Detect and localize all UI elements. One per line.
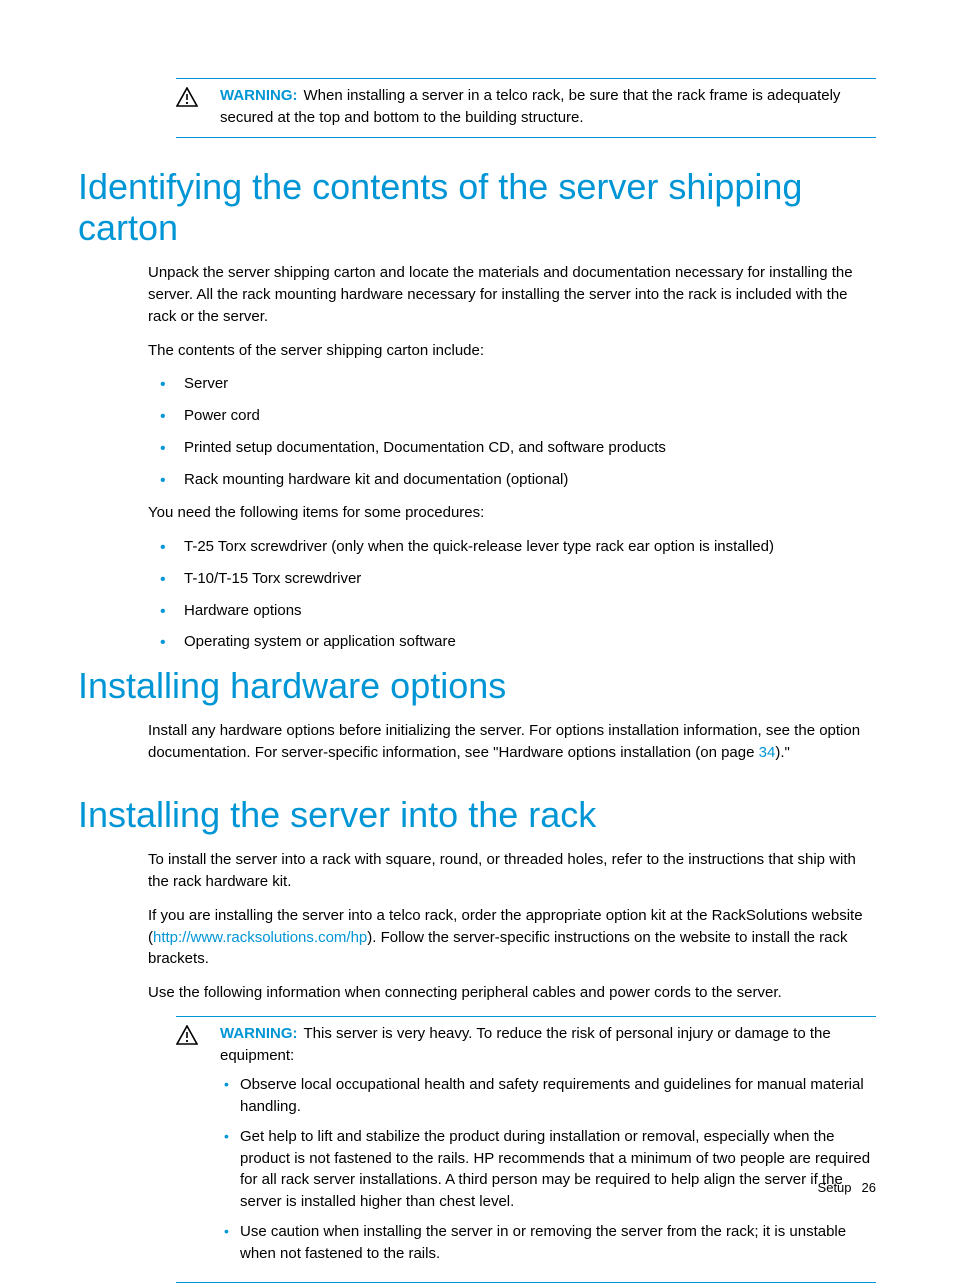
section3-p1: To install the server into a rack with s…: [148, 849, 876, 893]
section2-p1: Install any hardware options before init…: [148, 720, 876, 764]
warning-icon-col: [176, 85, 220, 107]
warning-box-bottom: WARNING:This server is very heavy. To re…: [176, 1016, 876, 1283]
warning-icon: [176, 1025, 198, 1045]
list-item: Rack mounting hardware kit and documenta…: [148, 469, 876, 491]
section1-p1: Unpack the server shipping carton and lo…: [148, 262, 876, 327]
section1-list1: Server Power cord Printed setup document…: [148, 373, 876, 490]
section1-p2: The contents of the server shipping cart…: [148, 340, 876, 362]
section1-body: Unpack the server shipping carton and lo…: [148, 262, 876, 653]
list-item: Get help to lift and stabilize the produ…: [220, 1126, 876, 1213]
warning-inner-list: Observe local occupational health and sa…: [220, 1074, 876, 1264]
section1-list2: T-25 Torx screwdriver (only when the qui…: [148, 536, 876, 653]
list-item: Printed setup documentation, Documentati…: [148, 437, 876, 459]
list-item: Hardware options: [148, 600, 876, 622]
section1-p3: You need the following items for some pr…: [148, 502, 876, 524]
page-footer: Setup 26: [818, 1180, 876, 1195]
racksolutions-link[interactable]: http://www.racksolutions.com/hp: [153, 929, 367, 946]
footer-page: 26: [862, 1180, 876, 1195]
warning-icon: [176, 87, 198, 107]
warning-box-top: WARNING:When installing a server in a te…: [176, 78, 876, 138]
warning-label: WARNING:: [220, 1025, 298, 1042]
heading-installing-server-rack: Installing the server into the rack: [78, 794, 876, 835]
warning-text: When installing a server in a telco rack…: [220, 87, 840, 126]
warning-icon-col: [176, 1023, 220, 1045]
warning-label: WARNING:: [220, 87, 298, 104]
page-link-34[interactable]: 34: [759, 744, 776, 761]
warning-row: WARNING:When installing a server in a te…: [176, 85, 876, 129]
list-item: T-25 Torx screwdriver (only when the qui…: [148, 536, 876, 558]
heading-installing-hardware-options: Installing hardware options: [78, 665, 876, 706]
list-item: Power cord: [148, 405, 876, 427]
heading-identifying-contents: Identifying the contents of the server s…: [78, 166, 876, 249]
section2-p1-a: Install any hardware options before init…: [148, 722, 860, 761]
list-item: T-10/T-15 Torx screwdriver: [148, 568, 876, 590]
list-item: Use caution when installing the server i…: [220, 1221, 876, 1265]
list-item: Observe local occupational health and sa…: [220, 1074, 876, 1118]
section2-body: Install any hardware options before init…: [148, 720, 876, 764]
section3-body: To install the server into a rack with s…: [148, 849, 876, 1283]
list-item: Server: [148, 373, 876, 395]
section3-p3: Use the following information when conne…: [148, 982, 876, 1004]
section3-p2: If you are installing the server into a …: [148, 905, 876, 970]
footer-section: Setup: [818, 1180, 852, 1195]
warning-body: WARNING:When installing a server in a te…: [220, 85, 876, 129]
list-item: Operating system or application software: [148, 631, 876, 653]
section2-p1-b: ).": [775, 744, 790, 761]
warning-lead: This server is very heavy. To reduce the…: [220, 1025, 831, 1064]
